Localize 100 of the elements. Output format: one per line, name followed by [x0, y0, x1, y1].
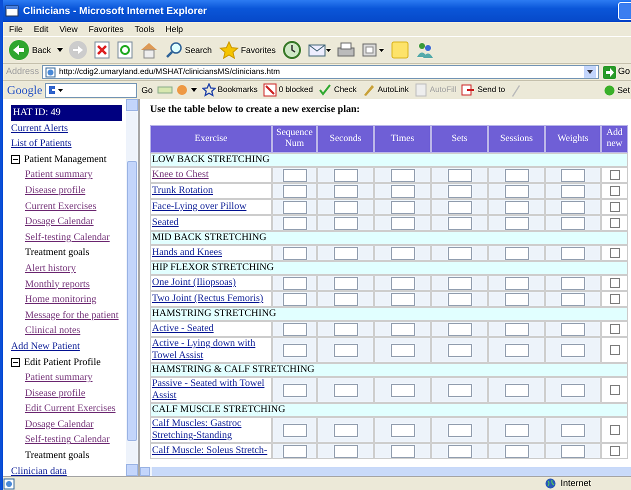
number-input[interactable] — [282, 322, 306, 336]
checkbox[interactable] — [610, 384, 620, 395]
sidebar-link[interactable]: Monthly reports — [25, 278, 90, 290]
number-input[interactable] — [282, 216, 306, 230]
number-input[interactable] — [561, 168, 585, 182]
number-input[interactable] — [561, 384, 585, 396]
number-input[interactable] — [561, 276, 585, 290]
number-input[interactable] — [334, 168, 358, 182]
number-input[interactable] — [504, 444, 528, 458]
sidebar-link[interactable]: Clinician data — [11, 466, 67, 476]
home-icon[interactable] — [138, 41, 159, 59]
number-input[interactable] — [390, 384, 414, 396]
number-input[interactable] — [334, 424, 358, 436]
number-input[interactable] — [504, 216, 528, 230]
number-input[interactable] — [390, 246, 414, 260]
toolbar-button[interactable]: Send to — [460, 83, 506, 97]
sidebar-link[interactable]: Self-testing Calendar — [25, 232, 110, 243]
exercise-link[interactable]: Calf Muscles: Gastroc Stretching-Standing — [152, 418, 270, 442]
sidebar-link[interactable]: Current Alerts — [11, 122, 68, 134]
collapse-icon[interactable] — [11, 358, 20, 367]
number-input[interactable] — [282, 246, 306, 260]
number-input[interactable] — [561, 246, 585, 260]
number-input[interactable] — [390, 344, 414, 356]
number-input[interactable] — [448, 276, 472, 290]
number-input[interactable] — [390, 168, 414, 182]
exercise-link[interactable]: Seated — [152, 217, 270, 229]
exercise-link[interactable]: One Joint (Iliopsoas) — [152, 277, 270, 289]
checkbox[interactable] — [610, 278, 620, 288]
exercise-link[interactable]: Face-Lying over Pillow — [152, 201, 270, 213]
number-input[interactable] — [504, 322, 528, 336]
number-input[interactable] — [334, 200, 358, 214]
search-field[interactable] — [45, 82, 138, 98]
checkbox[interactable] — [610, 248, 620, 258]
number-input[interactable] — [561, 344, 585, 356]
address-field[interactable]: http://cdig2.umaryland.edu/MSHAT/cliniciansMS/clinicians.htm — [42, 65, 599, 79]
sidebar-link[interactable]: Message for the patient — [25, 310, 119, 321]
go-button[interactable]: Go — [602, 65, 631, 79]
highlighter-icon[interactable] — [509, 83, 522, 97]
number-input[interactable] — [504, 200, 528, 214]
refresh-icon[interactable] — [116, 41, 134, 59]
exercise-link[interactable]: Trunk Rotation — [152, 185, 270, 197]
number-input[interactable] — [334, 184, 358, 198]
go-button[interactable]: Go — [140, 84, 154, 96]
number-input[interactable] — [504, 276, 528, 290]
favorites-button[interactable]: Favorites — [218, 41, 277, 59]
number-input[interactable] — [561, 292, 585, 306]
number-input[interactable] — [448, 216, 472, 230]
number-input[interactable] — [390, 292, 414, 306]
horizontal-scrollbar[interactable] — [140, 467, 631, 476]
exercise-link[interactable]: Hands and Knees — [152, 247, 270, 259]
sidebar-link[interactable]: Patient summary — [25, 372, 92, 384]
note-icon[interactable] — [390, 40, 410, 60]
number-input[interactable] — [448, 322, 472, 336]
checkbox[interactable] — [610, 170, 620, 180]
sidebar-link[interactable]: Home monitoring — [25, 294, 96, 306]
search-button[interactable]: Search — [164, 41, 213, 59]
number-input[interactable] — [390, 322, 414, 336]
number-input[interactable] — [390, 276, 414, 290]
dropdown-caret-icon[interactable] — [56, 48, 63, 52]
number-input[interactable] — [561, 216, 585, 230]
sidebar-link[interactable]: Dosage Calendar — [25, 418, 94, 430]
number-input[interactable] — [561, 424, 585, 436]
number-input[interactable] — [448, 246, 472, 260]
menu-item[interactable]: View — [59, 22, 78, 36]
exercise-link[interactable]: Calf Muscle: Soleus Stretch- — [152, 445, 270, 457]
menu-item[interactable]: Favorites — [88, 22, 124, 36]
number-input[interactable] — [561, 200, 585, 214]
number-input[interactable] — [448, 384, 472, 396]
checkbox[interactable] — [610, 446, 620, 456]
number-input[interactable] — [390, 200, 414, 214]
settings-button[interactable]: Set — [603, 84, 631, 96]
number-input[interactable] — [448, 200, 472, 214]
number-input[interactable] — [282, 344, 306, 356]
messenger-icon[interactable] — [414, 40, 435, 60]
number-input[interactable] — [448, 444, 472, 458]
sidebar-link[interactable]: Self-testing Calendar — [25, 434, 110, 446]
number-input[interactable] — [334, 322, 358, 336]
sidebar-link[interactable]: Alert history — [25, 262, 76, 274]
number-input[interactable] — [504, 424, 528, 436]
number-input[interactable] — [334, 384, 358, 396]
window-icon[interactable] — [360, 41, 385, 59]
menu-item[interactable]: Tools — [134, 22, 154, 36]
number-input[interactable] — [448, 168, 472, 182]
vertical-scrollbar[interactable] — [126, 99, 138, 476]
number-input[interactable] — [282, 292, 306, 306]
checkbox[interactable] — [610, 218, 620, 228]
number-input[interactable] — [282, 200, 306, 214]
number-input[interactable] — [282, 184, 306, 198]
number-input[interactable] — [390, 184, 414, 198]
number-input[interactable] — [448, 424, 472, 436]
checkbox[interactable] — [610, 324, 620, 334]
number-input[interactable] — [504, 344, 528, 356]
toolbar-button[interactable]: AutoLink — [360, 83, 410, 97]
number-input[interactable] — [504, 184, 528, 198]
number-input[interactable] — [334, 276, 358, 290]
checkbox[interactable] — [610, 202, 620, 212]
sidebar-link[interactable]: Disease profile — [25, 388, 86, 399]
number-input[interactable] — [561, 184, 585, 198]
number-input[interactable] — [504, 246, 528, 260]
exercise-link[interactable]: Active - Lying down with Towel Assist — [152, 338, 270, 362]
